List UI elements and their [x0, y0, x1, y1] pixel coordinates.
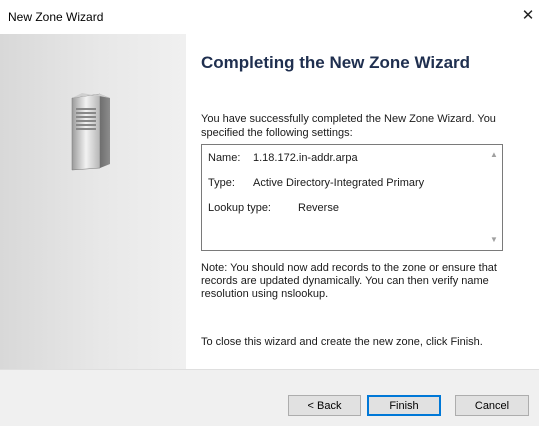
title-bar: New Zone Wizard ✕	[0, 0, 539, 34]
chevron-down-icon[interactable]: ▼	[486, 233, 502, 247]
settings-summary-box[interactable]: Name: 1.18.172.in-addr.arpa Type: Active D…	[201, 144, 503, 251]
window-title: New Zone Wizard	[8, 10, 104, 24]
chevron-up-icon[interactable]: ▲	[486, 148, 502, 162]
server-icon	[71, 93, 110, 171]
setting-row-type: Type: Active Directory-Integrated Primary	[208, 177, 424, 189]
close-button[interactable]: ✕	[517, 4, 539, 28]
setting-value: Reverse	[298, 202, 339, 214]
setting-label: Name:	[208, 152, 241, 164]
closing-text: To close this wizard and create the new …	[201, 336, 483, 348]
setting-value: 1.18.172.in-addr.arpa	[253, 152, 358, 164]
setting-row-lookup-type: Lookup type: Reverse	[208, 202, 339, 214]
wizard-content: Completing the New Zone Wizard You have …	[186, 34, 539, 369]
setting-row-name: Name: 1.18.172.in-addr.arpa	[208, 152, 358, 164]
wizard-side-panel	[0, 34, 186, 369]
vertical-scrollbar[interactable]: ▲ ▼	[486, 145, 502, 250]
finish-button[interactable]: Finish	[367, 395, 441, 416]
button-bar: < Back Finish Cancel	[0, 369, 539, 426]
cancel-button[interactable]: Cancel	[455, 395, 529, 416]
setting-label: Type:	[208, 177, 235, 189]
page-title: Completing the New Zone Wizard	[201, 53, 471, 72]
note-text: Note: You should now add records to the …	[201, 262, 497, 300]
setting-label: Lookup type:	[208, 202, 271, 214]
setting-value: Active Directory-Integrated Primary	[253, 177, 425, 189]
intro-text: You have successfully completed the New …	[201, 113, 496, 139]
back-button[interactable]: < Back	[288, 395, 361, 416]
